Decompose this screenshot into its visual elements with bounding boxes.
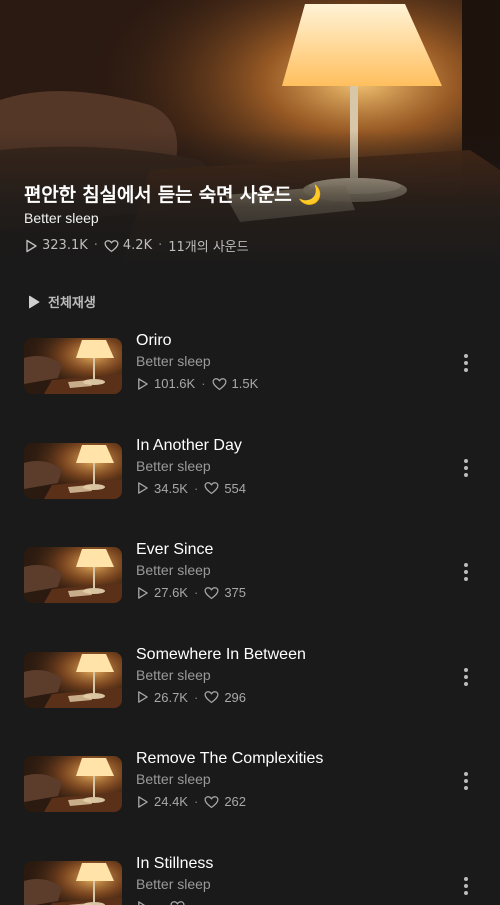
track-title: Ever Since xyxy=(136,541,214,559)
more-vertical-icon[interactable] xyxy=(456,350,476,376)
heart-outline-icon xyxy=(204,482,219,495)
track-thumbnail xyxy=(24,442,122,499)
more-vertical-icon[interactable] xyxy=(456,768,476,794)
track-artist: Better sleep xyxy=(136,876,211,892)
track-thumbnail xyxy=(24,861,122,905)
play-all-label: 전체재생 xyxy=(48,296,96,311)
list-item[interactable]: In Stillness Better sleep · xyxy=(0,853,500,905)
play-outline-icon xyxy=(138,377,148,390)
track-stats: 26.7K · 296 xyxy=(136,690,246,705)
play-all-button[interactable]: 전체재생 xyxy=(28,292,96,311)
track-plays: 27.6K xyxy=(154,585,188,601)
play-filled-icon xyxy=(29,295,40,308)
list-item[interactable]: In Another Day Better sleep 34.5K · 554 xyxy=(0,435,500,515)
heart-outline-icon xyxy=(204,586,219,599)
list-item[interactable]: Somewhere In Between Better sleep 26.7K … xyxy=(0,644,500,724)
track-likes: 1.5K xyxy=(231,376,259,391)
track-likes: 262 xyxy=(224,794,247,810)
playlist-title: 편안한 침실에서 듣는 숙면 사운드 🌙 xyxy=(24,184,322,206)
list-item[interactable]: Remove The Complexities Better sleep 24.… xyxy=(0,748,500,828)
track-thumbnail xyxy=(24,756,122,813)
play-outline-icon xyxy=(138,796,148,808)
track-artist: Better sleep xyxy=(136,666,211,683)
track-title: Remove The Complexities xyxy=(136,750,324,768)
track-likes: 296 xyxy=(224,689,247,705)
more-vertical-icon[interactable] xyxy=(456,455,476,481)
playlist-header: 편안한 침실에서 듣는 숙면 사운드 🌙 Better sleep 323.1K… xyxy=(0,0,500,270)
track-title: In Another Day xyxy=(136,436,242,454)
play-outline-icon xyxy=(26,239,37,252)
list-item[interactable]: Oriro Better sleep 101.6K · 1.5K xyxy=(0,330,500,410)
heart-outline-icon xyxy=(204,796,219,809)
play-outline-icon xyxy=(138,900,146,905)
track-stats: 101.6K · 1.5K xyxy=(136,376,258,391)
track-artist: Better sleep xyxy=(136,353,211,369)
playlist-likes: 4.2K xyxy=(122,238,153,253)
play-outline-icon xyxy=(138,482,148,494)
more-vertical-icon[interactable] xyxy=(456,873,476,899)
track-plays: 26.7K xyxy=(154,689,188,705)
track-artist: Better sleep xyxy=(136,457,211,474)
track-thumbnail xyxy=(24,651,122,708)
track-artist: Better sleep xyxy=(136,562,211,579)
more-vertical-icon[interactable] xyxy=(456,559,476,585)
track-likes: 375 xyxy=(224,585,247,601)
playlist-track-count: 11개의 사운드 xyxy=(168,240,249,255)
heart-outline-icon xyxy=(104,239,119,252)
track-plays: 101.6K xyxy=(154,376,196,391)
heart-outline-icon xyxy=(212,377,227,390)
play-outline-icon xyxy=(138,691,148,704)
play-outline-icon xyxy=(138,586,148,599)
track-artist: Better sleep xyxy=(136,771,211,788)
playlist-artist[interactable]: Better sleep xyxy=(24,210,99,226)
track-stats: 34.5K · 554 xyxy=(136,481,246,496)
playlist-plays: 323.1K xyxy=(42,238,88,253)
heart-outline-icon xyxy=(204,691,219,704)
track-stats: · xyxy=(136,899,190,905)
track-title: In Stillness xyxy=(136,855,214,872)
playlist-stats: 323.1K · 4.2K · 11개의 사운드 xyxy=(24,236,249,255)
track-plays: 24.4K xyxy=(154,794,188,810)
track-title: Oriro xyxy=(136,332,172,349)
track-thumbnail xyxy=(24,547,122,604)
track-thumbnail xyxy=(24,338,122,394)
track-plays: 34.5K xyxy=(154,480,188,496)
list-item[interactable]: Ever Since Better sleep 27.6K · 375 xyxy=(0,539,500,619)
more-vertical-icon[interactable] xyxy=(456,664,476,690)
track-stats: 27.6K · 375 xyxy=(136,585,246,600)
heart-outline-icon xyxy=(170,900,185,905)
track-stats: 24.4K · 262 xyxy=(136,794,246,809)
track-title: Somewhere In Between xyxy=(136,645,306,663)
track-likes: 554 xyxy=(224,480,247,496)
